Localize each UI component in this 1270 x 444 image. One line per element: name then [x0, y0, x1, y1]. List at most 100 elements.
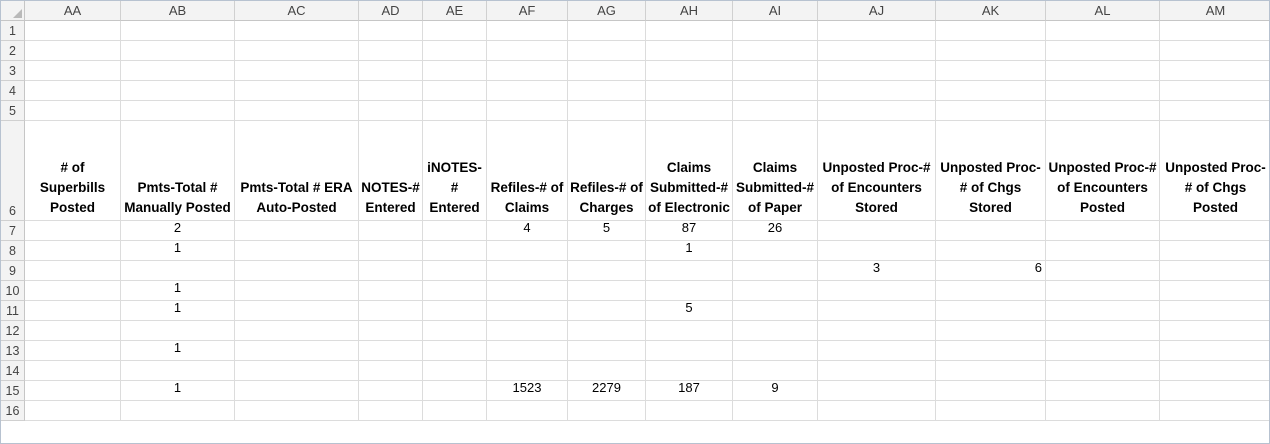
cell-ai7[interactable]: 26 [733, 221, 818, 241]
cell-ad1[interactable] [359, 21, 423, 41]
cell-ah2[interactable] [646, 41, 733, 61]
cell-ac11[interactable] [235, 301, 359, 321]
cell-aa5[interactable] [25, 101, 121, 121]
cell-aj3[interactable] [818, 61, 936, 81]
cell-ac13[interactable] [235, 341, 359, 361]
cell-ad14[interactable] [359, 361, 423, 381]
cell-af5[interactable] [487, 101, 568, 121]
column-header-aj[interactable]: AJ [818, 1, 936, 21]
cell-aa9[interactable] [25, 261, 121, 281]
cell-ak10[interactable] [936, 281, 1046, 301]
cell-af16[interactable] [487, 401, 568, 421]
cell-ai3[interactable] [733, 61, 818, 81]
cell-ah11[interactable]: 5 [646, 301, 733, 321]
cell-ac6[interactable]: Pmts-Total # ERA Auto-Posted [235, 121, 359, 221]
cell-af14[interactable] [487, 361, 568, 381]
column-header-ag[interactable]: AG [568, 1, 646, 21]
row-header-15[interactable]: 15 [1, 381, 25, 401]
cell-aa16[interactable] [25, 401, 121, 421]
cell-al3[interactable] [1046, 61, 1160, 81]
cell-ah10[interactable] [646, 281, 733, 301]
cell-am13[interactable] [1160, 341, 1269, 361]
cell-al14[interactable] [1046, 361, 1160, 381]
column-header-ah[interactable]: AH [646, 1, 733, 21]
cell-aj14[interactable] [818, 361, 936, 381]
cell-ah5[interactable] [646, 101, 733, 121]
cell-ak2[interactable] [936, 41, 1046, 61]
cell-am12[interactable] [1160, 321, 1269, 341]
column-header-ak[interactable]: AK [936, 1, 1046, 21]
cell-ai5[interactable] [733, 101, 818, 121]
cell-ac15[interactable] [235, 381, 359, 401]
row-header-4[interactable]: 4 [1, 81, 25, 101]
cell-ah3[interactable] [646, 61, 733, 81]
cell-ad4[interactable] [359, 81, 423, 101]
cell-aj6[interactable]: Unposted Proc-# of Encounters Stored [818, 121, 936, 221]
cell-aa12[interactable] [25, 321, 121, 341]
cell-ai6[interactable]: Claims Submitted-# of Paper [733, 121, 818, 221]
cell-ak13[interactable] [936, 341, 1046, 361]
cell-ak14[interactable] [936, 361, 1046, 381]
cell-aj12[interactable] [818, 321, 936, 341]
cell-ab1[interactable] [121, 21, 235, 41]
cell-ai4[interactable] [733, 81, 818, 101]
cell-ab13[interactable]: 1 [121, 341, 235, 361]
row-header-10[interactable]: 10 [1, 281, 25, 301]
cell-ac10[interactable] [235, 281, 359, 301]
cell-ad13[interactable] [359, 341, 423, 361]
cell-ag3[interactable] [568, 61, 646, 81]
cell-ab7[interactable]: 2 [121, 221, 235, 241]
cell-ab9[interactable] [121, 261, 235, 281]
cell-af1[interactable] [487, 21, 568, 41]
cell-aa14[interactable] [25, 361, 121, 381]
cell-al1[interactable] [1046, 21, 1160, 41]
cell-aj1[interactable] [818, 21, 936, 41]
cell-ah8[interactable]: 1 [646, 241, 733, 261]
cell-ac2[interactable] [235, 41, 359, 61]
column-header-ai[interactable]: AI [733, 1, 818, 21]
cell-aa2[interactable] [25, 41, 121, 61]
cell-ah7[interactable]: 87 [646, 221, 733, 241]
cell-ad2[interactable] [359, 41, 423, 61]
cell-ae8[interactable] [423, 241, 487, 261]
cell-ai11[interactable] [733, 301, 818, 321]
cell-ae14[interactable] [423, 361, 487, 381]
cell-aa11[interactable] [25, 301, 121, 321]
cell-am8[interactable] [1160, 241, 1269, 261]
cell-af3[interactable] [487, 61, 568, 81]
cell-al8[interactable] [1046, 241, 1160, 261]
cell-ae13[interactable] [423, 341, 487, 361]
cell-aa1[interactable] [25, 21, 121, 41]
row-header-7[interactable]: 7 [1, 221, 25, 241]
cell-ai13[interactable] [733, 341, 818, 361]
cell-ad7[interactable] [359, 221, 423, 241]
cell-ad9[interactable] [359, 261, 423, 281]
cell-aj5[interactable] [818, 101, 936, 121]
cell-am3[interactable] [1160, 61, 1269, 81]
cell-ac9[interactable] [235, 261, 359, 281]
column-header-al[interactable]: AL [1046, 1, 1160, 21]
cell-ag1[interactable] [568, 21, 646, 41]
column-header-ae[interactable]: AE [423, 1, 487, 21]
cell-ai10[interactable] [733, 281, 818, 301]
cell-ab4[interactable] [121, 81, 235, 101]
cell-ae1[interactable] [423, 21, 487, 41]
cell-ad16[interactable] [359, 401, 423, 421]
cell-ae10[interactable] [423, 281, 487, 301]
cell-ai12[interactable] [733, 321, 818, 341]
cell-am5[interactable] [1160, 101, 1269, 121]
cell-aa3[interactable] [25, 61, 121, 81]
row-header-9[interactable]: 9 [1, 261, 25, 281]
cell-ac3[interactable] [235, 61, 359, 81]
row-header-8[interactable]: 8 [1, 241, 25, 261]
cell-af15[interactable]: 1523 [487, 381, 568, 401]
cell-ac14[interactable] [235, 361, 359, 381]
cell-ae16[interactable] [423, 401, 487, 421]
cell-al6[interactable]: Unposted Proc-# of Encounters Posted [1046, 121, 1160, 221]
cell-ad3[interactable] [359, 61, 423, 81]
cell-al7[interactable] [1046, 221, 1160, 241]
cell-aj15[interactable] [818, 381, 936, 401]
cell-ae4[interactable] [423, 81, 487, 101]
cell-ag8[interactable] [568, 241, 646, 261]
cell-ac1[interactable] [235, 21, 359, 41]
